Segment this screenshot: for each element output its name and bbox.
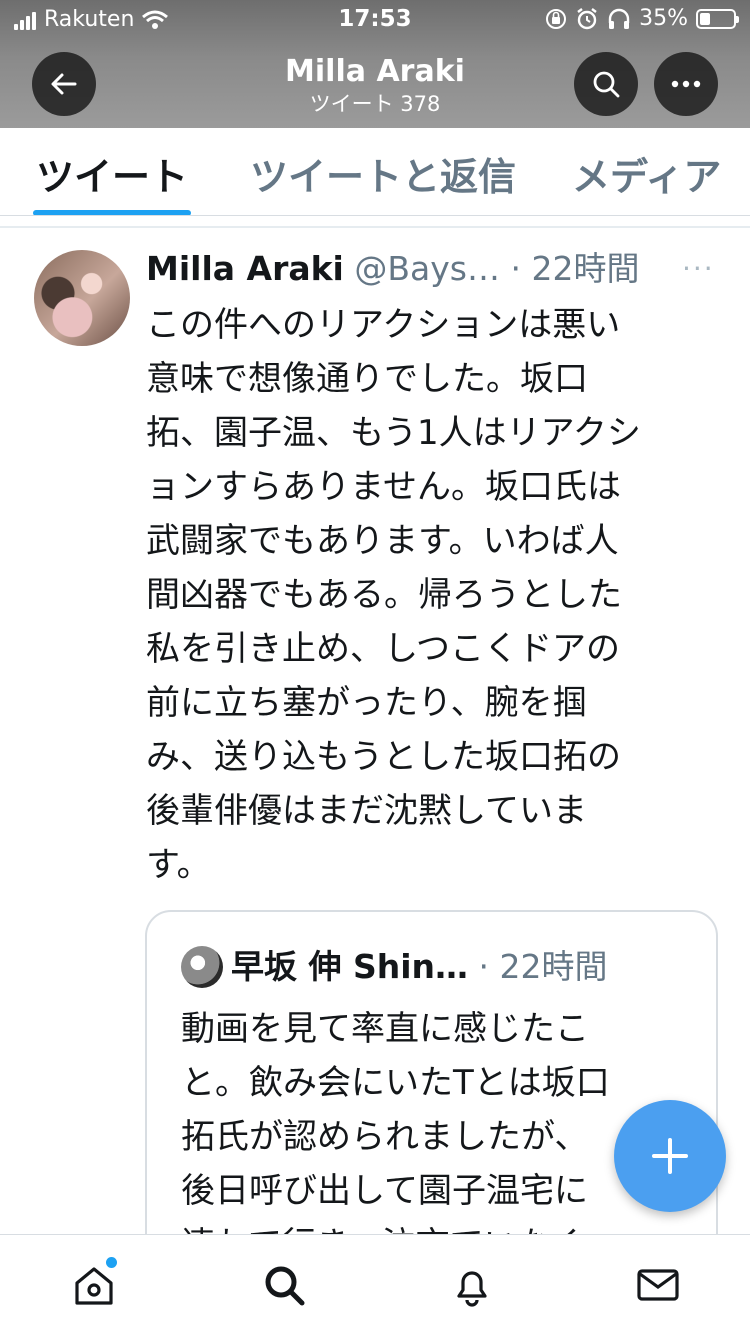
more-icon — [671, 80, 701, 88]
quoted-time: 22時間 — [499, 947, 608, 986]
tweet-time[interactable]: 22時間 — [531, 249, 639, 288]
active-tab-indicator — [33, 210, 191, 215]
quoted-separator: · — [478, 947, 490, 986]
bell-icon — [457, 1271, 487, 1307]
quoted-text: 動画を見て率直に感じたこ と。飲み会にいたTとは坂口 拓氏が認められましたが、 … — [181, 1002, 681, 1272]
nav-notifications[interactable] — [450, 1263, 494, 1307]
tweet-text-line: み、送り込もうとした坂口拓の — [146, 737, 621, 777]
tweet-separator: · — [510, 249, 521, 288]
tweet-text-line: 私を引き止め、しつこくドアの — [146, 629, 620, 669]
more-button[interactable] — [654, 52, 718, 116]
quoted-display-name: 早坂 伸 Shin… — [231, 947, 469, 986]
tab-media[interactable]: メディア — [572, 146, 721, 201]
search-button[interactable] — [574, 52, 638, 116]
tweet-menu-icon[interactable]: ··· — [682, 252, 715, 285]
nav-home[interactable] — [72, 1263, 116, 1307]
quoted-tweet-header: 早坂 伸 Shin… · 22時間 — [231, 942, 691, 992]
tab-tweets[interactable]: ツイート — [36, 146, 188, 201]
tweet-display-name[interactable]: Milla Araki — [146, 249, 344, 288]
tweet-text-line: ョンすらありません。坂口氏は — [146, 467, 621, 507]
alarm-icon — [577, 7, 597, 29]
plus-icon — [652, 1138, 688, 1174]
new-tweets-dot — [106, 1257, 117, 1268]
quoted-text-line: 拓氏が認められましたが、 — [181, 1117, 589, 1157]
search-icon — [593, 71, 620, 98]
quoted-avatar — [181, 946, 223, 988]
battery-icon — [696, 8, 739, 29]
tweet-text: この件へのリアクションは悪い 意味で想像通りでした。坂口 拓、園子温、もう1人は… — [146, 298, 716, 892]
header-tweet-count: ツイート 378 — [309, 92, 441, 116]
home-icon — [75, 1267, 113, 1305]
tweet-text-line: 後輩俳優はまだ沈黙していま — [146, 791, 587, 831]
tweet-text-line: す。 — [146, 845, 211, 885]
tweet-header: Milla Araki @Bays… · 22時間 — [146, 246, 726, 292]
tweet-text-line: 意味で想像通りでした。坂口 — [146, 359, 588, 399]
tweet-text-line: この件へのリアクションは悪い — [146, 305, 621, 345]
quoted-text-line: 動画を見て率直に感じたこ — [181, 1009, 589, 1049]
screen: Rakuten 17:53 35% Milla Araki ツイート 378 ツ… — [0, 0, 750, 1334]
battery-percent: 35% — [639, 6, 688, 31]
section-divider — [0, 226, 750, 228]
tweet-text-line: 拓、園子温、もう1人はリアクシ — [146, 413, 641, 453]
tweet-text-line: 武闘家でもあります。いわば人 — [146, 521, 619, 561]
avatar[interactable] — [34, 250, 130, 346]
headphones-icon — [608, 8, 630, 29]
tweet-text-line: 間凶器でもある。帰ろうとした — [146, 575, 622, 615]
mail-icon — [637, 1269, 679, 1301]
status-right: 35% — [545, 6, 739, 31]
tab-tweets-and-replies[interactable]: ツイートと返信 — [250, 146, 516, 201]
bottom-nav — [0, 1234, 750, 1334]
tweet-handle[interactable]: @Bays… — [354, 249, 500, 288]
rotation-lock-icon — [546, 8, 567, 29]
nav-explore[interactable] — [262, 1263, 306, 1307]
nav-messages[interactable] — [636, 1263, 680, 1307]
search-icon — [265, 1266, 305, 1306]
quoted-text-line: 後日呼び出して園子温宅に — [181, 1171, 588, 1211]
quoted-text-line: と。飲み会にいたTとは坂口 — [181, 1063, 610, 1103]
status-bar: Rakuten 17:53 35% — [0, 0, 750, 40]
tweet-text-line: 前に立ち塞がったり、腕を掴 — [146, 683, 587, 723]
compose-button[interactable] — [614, 1100, 726, 1212]
profile-tabs: ツイート ツイートと返信 メディア — [0, 128, 750, 216]
profile-header-banner: Rakuten 17:53 35% Milla Araki ツイート 378 — [0, 0, 750, 128]
